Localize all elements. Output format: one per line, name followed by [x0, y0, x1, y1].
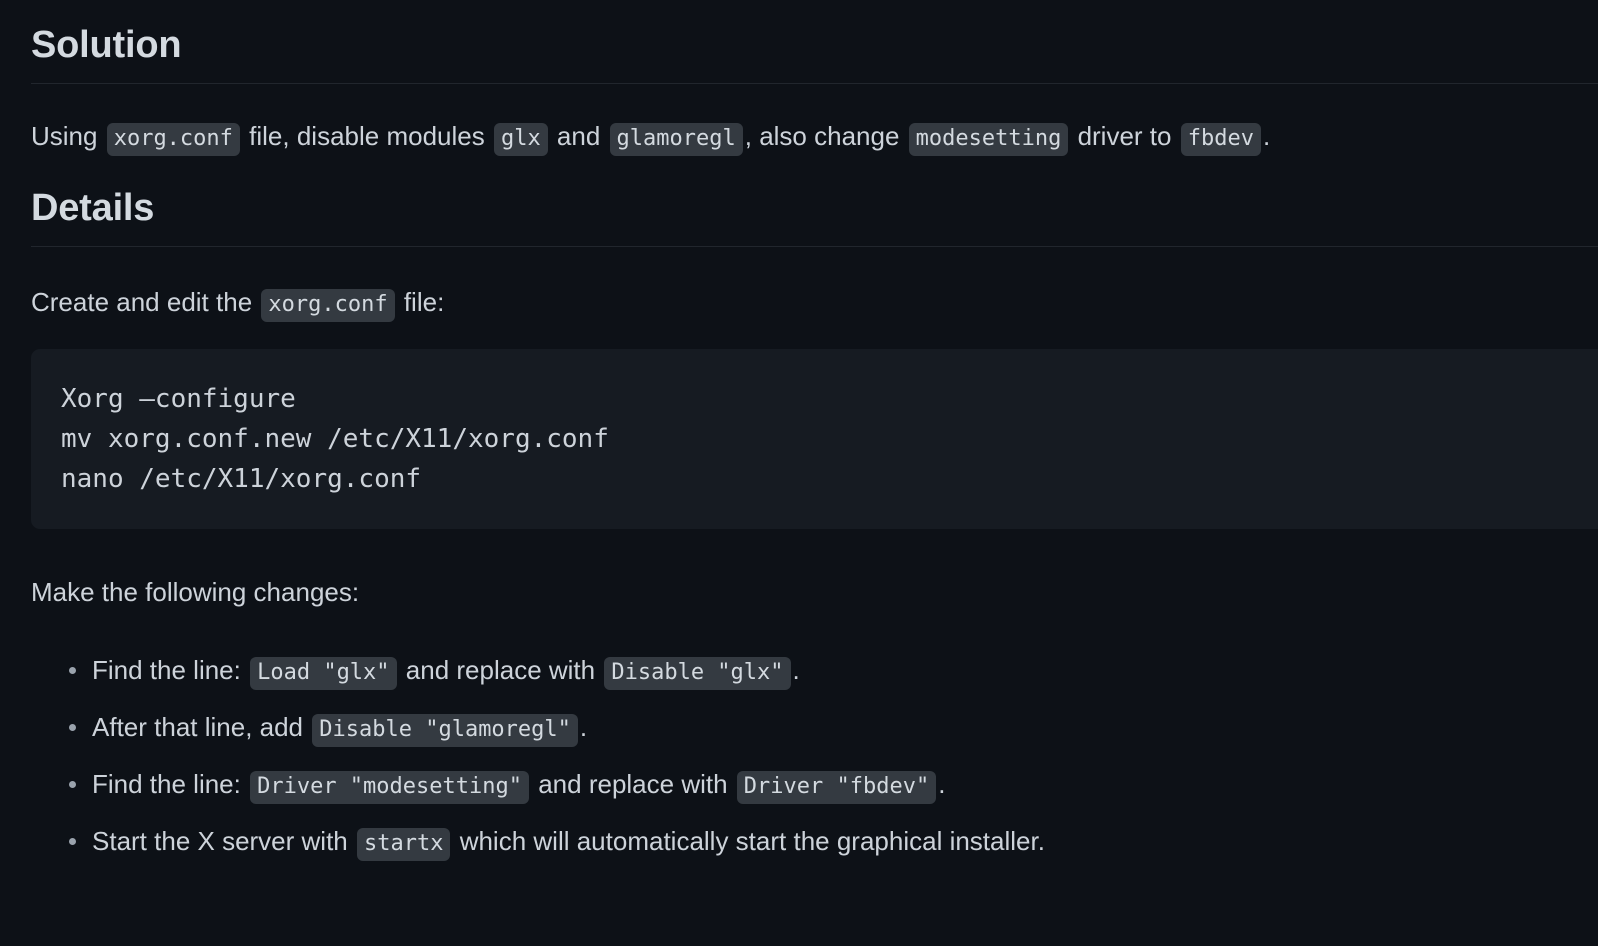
code-block[interactable]: Xorg –configure mv xorg.conf.new /etc/X1… — [31, 349, 1598, 529]
changes-label: Make the following changes: — [31, 577, 360, 607]
inline-code-fbdev[interactable]: fbdev — [1180, 123, 1261, 156]
text-fragment: . — [579, 712, 588, 742]
inline-code-glx[interactable]: glx — [493, 123, 548, 156]
text-fragment: and — [549, 121, 608, 151]
details-section-header: Details — [31, 156, 1598, 247]
text-fragment: and replace with — [531, 769, 735, 799]
inline-code-glamoregl[interactable]: glamoregl — [609, 123, 743, 156]
text-fragment: Start the X server with — [92, 826, 355, 856]
inline-code-driver-modesetting[interactable]: Driver "modesetting" — [250, 771, 529, 804]
text-fragment: . — [792, 655, 800, 685]
details-intro-paragraph: Create and edit the xorg.conf file: — [31, 247, 1598, 322]
text-fragment: file: — [396, 287, 445, 317]
solution-paragraph: Using xorg.conf file, disable modules gl… — [31, 84, 1598, 156]
text-fragment: which will automatically start the graph… — [452, 826, 1045, 856]
inline-code-driver-fbdev[interactable]: Driver "fbdev" — [736, 771, 937, 804]
list-item: After that line, add Disable "glamoregl"… — [31, 700, 1598, 757]
list-item: Start the X server with startx which wil… — [31, 814, 1598, 871]
bullet-dot — [69, 667, 76, 674]
inline-code-disable-glamoregl[interactable]: Disable "glamoregl" — [312, 714, 578, 747]
article-body: Solution Using xorg.conf file, disable m… — [0, 0, 1598, 946]
bullet-dot — [69, 838, 76, 845]
heading-solution: Solution — [31, 24, 182, 66]
text-fragment: . — [1262, 121, 1271, 151]
list-item: Find the line: Driver "modesetting" and … — [31, 757, 1598, 814]
changes-list: Find the line: Load "glx" and replace wi… — [31, 609, 1598, 871]
text-fragment: Create and edit the — [31, 287, 260, 317]
list-item: Find the line: Load "glx" and replace wi… — [31, 643, 1598, 700]
heading-details: Details — [31, 187, 155, 229]
inline-code-xorg-conf[interactable]: xorg.conf — [261, 289, 395, 322]
text-fragment: file, disable modules — [241, 121, 492, 151]
text-fragment: Find the line: — [92, 769, 249, 799]
bullet-dot — [69, 781, 76, 788]
text-fragment: Using — [31, 121, 105, 151]
solution-section-header: Solution — [31, 0, 1598, 84]
text-fragment: Find the line: — [92, 655, 249, 685]
bullet-dot — [69, 724, 76, 731]
text-fragment: . — [938, 769, 946, 799]
inline-code-startx[interactable]: startx — [356, 828, 451, 861]
inline-code-modesetting[interactable]: modesetting — [908, 123, 1069, 156]
inline-code-xorg-conf[interactable]: xorg.conf — [106, 123, 240, 156]
text-fragment: driver to — [1070, 121, 1179, 151]
text-fragment: After that line, add — [92, 712, 311, 742]
text-fragment: , also change — [744, 121, 907, 151]
inline-code-disable-glx[interactable]: Disable "glx" — [604, 657, 791, 690]
inline-code-load-glx[interactable]: Load "glx" — [250, 657, 397, 690]
text-fragment: and replace with — [398, 655, 603, 685]
code-block-content: Xorg –configure mv xorg.conf.new /etc/X1… — [61, 384, 609, 494]
